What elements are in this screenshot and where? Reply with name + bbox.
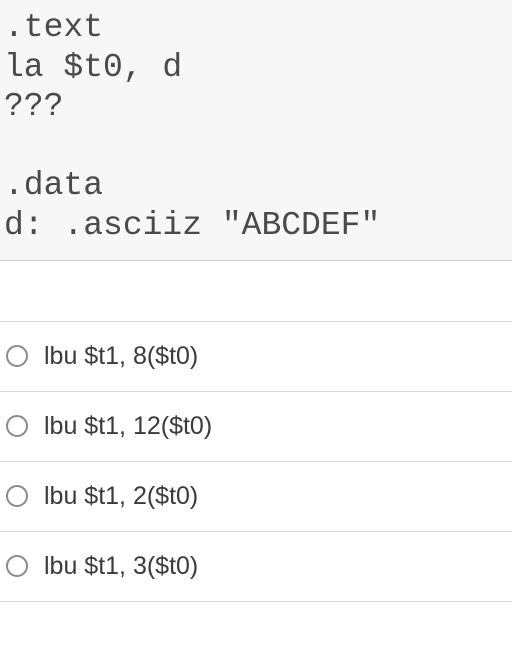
radio-icon[interactable]	[6, 555, 28, 577]
code-line-2: la $t0, d	[4, 49, 182, 86]
option-label: lbu $t1, 2($t0)	[44, 482, 198, 511]
option-label: lbu $t1, 3($t0)	[44, 552, 198, 581]
options-list: lbu $t1, 8($t0) lbu $t1, 12($t0) lbu $t1…	[0, 321, 512, 602]
option-row-3[interactable]: lbu $t1, 3($t0)	[0, 532, 512, 602]
option-row-2[interactable]: lbu $t1, 2($t0)	[0, 462, 512, 532]
radio-icon[interactable]	[6, 345, 28, 367]
code-line-1: .text	[4, 9, 103, 46]
radio-icon[interactable]	[6, 415, 28, 437]
option-label: lbu $t1, 8($t0)	[44, 342, 198, 371]
option-row-0[interactable]: lbu $t1, 8($t0)	[0, 321, 512, 392]
option-label: lbu $t1, 12($t0)	[44, 412, 212, 441]
code-line-3: ???	[4, 88, 63, 125]
option-row-1[interactable]: lbu $t1, 12($t0)	[0, 392, 512, 462]
radio-icon[interactable]	[6, 485, 28, 507]
code-line-5: .data	[4, 167, 103, 204]
code-block: .text la $t0, d ??? .data d: .asciiz "AB…	[0, 0, 512, 261]
code-line-6: d: .asciiz "ABCDEF"	[4, 207, 380, 244]
